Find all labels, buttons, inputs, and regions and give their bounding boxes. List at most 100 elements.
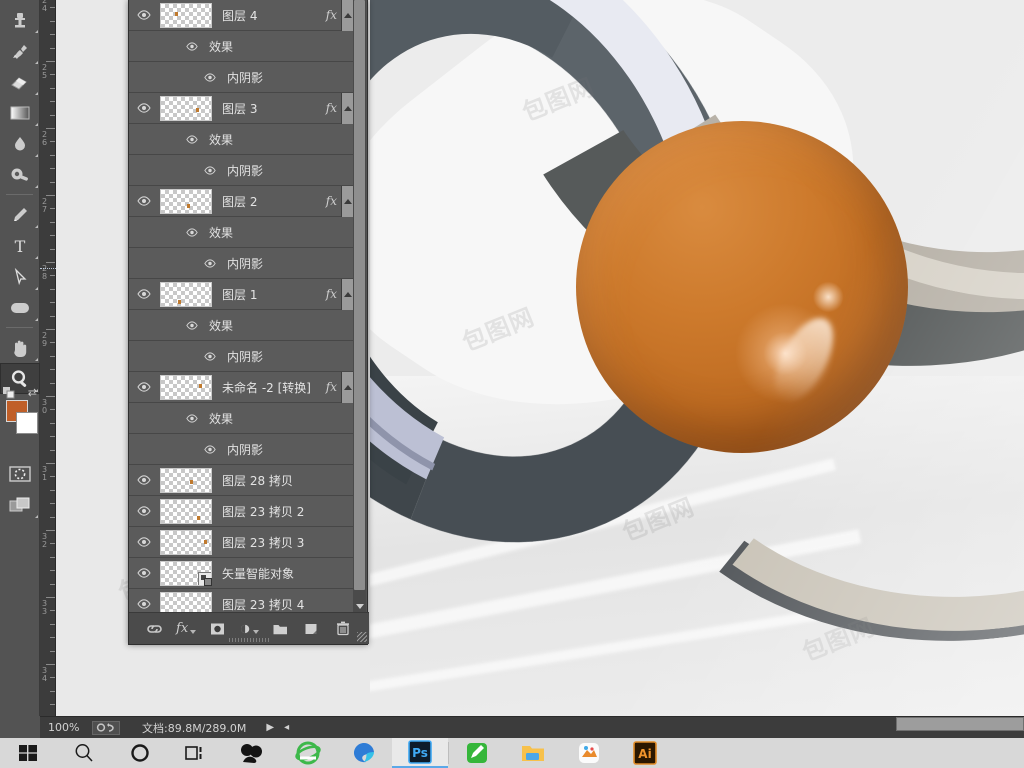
layer-row[interactable]: 图层 23 拷贝 3 [129,527,354,558]
layer-row[interactable]: 图层 2 fx [129,185,354,217]
background-color-swatch[interactable] [16,412,38,434]
path-selection-tool[interactable] [0,261,40,292]
layer-name[interactable]: 图层 2 [222,193,326,210]
layer-thumbnail[interactable] [160,2,212,28]
panel-corner-grip[interactable] [357,632,367,642]
layer-effect-row[interactable]: 内阴影 [129,341,354,372]
layer-row[interactable]: 未命名 -2 [转换] fx [129,371,354,403]
hand-tool[interactable] [0,332,40,363]
layer-thumbnail[interactable] [160,95,212,121]
effect-visibility-icon[interactable] [199,444,221,454]
file-explorer-icon[interactable] [505,738,561,768]
store-app-icon[interactable] [561,738,617,768]
layer-name[interactable]: 图层 28 拷贝 [222,472,354,489]
eraser-tool[interactable] [0,66,40,97]
canvas-horizontal-scrollbar[interactable] [896,717,1024,731]
layer-thumbnail[interactable] [160,591,212,613]
effect-visibility-icon[interactable] [199,165,221,175]
layer-visibility-icon[interactable] [129,475,159,485]
new-group-button[interactable] [270,619,290,639]
layer-visibility-icon[interactable] [129,599,159,609]
layer-fx-icon[interactable]: fx [326,194,337,208]
clone-stamp-tool[interactable] [0,4,40,35]
layer-visibility-icon[interactable] [129,568,159,578]
layer-fx-icon[interactable]: fx [326,287,337,301]
layer-visibility-icon[interactable] [129,10,159,20]
layer-effects-row[interactable]: 效果 [129,403,354,434]
layer-effects-row[interactable]: 效果 [129,310,354,341]
layer-style-button[interactable]: fx [176,619,197,639]
history-brush-tool[interactable] [0,35,40,66]
layer-effect-row[interactable]: 内阴影 [129,155,354,186]
scroll-down-icon[interactable] [354,601,365,612]
zoom-level[interactable]: 100% [48,721,92,734]
layer-effect-row[interactable]: 内阴影 [129,248,354,279]
layer-row[interactable]: 图层 1 fx [129,278,354,310]
layer-name[interactable]: 未命名 -2 [转换] [222,379,326,396]
layer-thumbnail[interactable] [160,374,212,400]
layer-visibility-icon[interactable] [129,196,159,206]
layer-thumbnail[interactable] [160,529,212,555]
layer-thumbnail[interactable] [160,281,212,307]
start-button[interactable] [0,738,56,768]
layers-list[interactable]: 图层 4 fx 效果 内阴影 图层 3 fx 效果 内阴影 图层 2 fx 效果 内阴影 图层 1 fx 效… [129,0,354,613]
layer-visibility-icon[interactable] [129,103,159,113]
layer-fx-icon[interactable]: fx [326,8,337,22]
layer-row[interactable]: 图层 4 fx [129,0,354,31]
effect-visibility-icon[interactable] [199,72,221,82]
layer-thumbnail[interactable] [160,188,212,214]
layer-name[interactable]: 图层 4 [222,7,326,24]
layer-effects-row[interactable]: 效果 [129,124,354,155]
delete-layer-button[interactable] [333,619,353,639]
pen-tool[interactable] [0,199,40,230]
layers-scrollbar-thumb[interactable] [354,0,365,590]
layer-name[interactable]: 图层 23 拷贝 2 [222,503,354,520]
effect-visibility-icon[interactable] [199,351,221,361]
layer-fx-icon[interactable]: fx [326,380,337,394]
layer-row[interactable]: 图层 23 拷贝 4 [129,589,354,613]
layer-thumbnail[interactable] [160,498,212,524]
notes-app-icon[interactable] [449,738,505,768]
layer-thumbnail[interactable] [160,560,212,586]
layer-name[interactable]: 图层 1 [222,286,326,303]
swap-colors-icon[interactable]: ⇄ [28,386,37,399]
effect-visibility-icon[interactable] [199,258,221,268]
layer-visibility-icon[interactable] [129,537,159,547]
layers-scrollbar[interactable] [353,0,366,613]
status-collapse-icon[interactable]: ◂ [284,722,289,733]
quick-mask-button[interactable] [0,458,40,489]
layer-visibility-icon[interactable] [129,289,159,299]
layer-name[interactable]: 图层 23 拷贝 4 [222,596,354,613]
shape-tool[interactable] [0,292,40,323]
internet-explorer-icon[interactable] [280,738,336,768]
search-icon[interactable] [56,738,112,768]
layer-visibility-icon[interactable] [129,382,159,392]
illustrator-icon[interactable]: Ai [617,738,673,768]
effect-visibility-icon[interactable] [181,413,203,423]
layer-effect-row[interactable]: 内阴影 [129,62,354,93]
color-swatches[interactable]: ⇄ [0,386,40,442]
task-view-icon[interactable] [168,738,224,768]
panel-resize-grip[interactable] [229,638,269,642]
gradient-tool[interactable] [0,97,40,128]
type-tool[interactable]: T [0,230,40,261]
effect-visibility-icon[interactable] [181,41,203,51]
layer-effects-row[interactable]: 效果 [129,31,354,62]
layer-row[interactable]: 矢量智能对象 [129,558,354,589]
photoshop-icon[interactable]: Ps [392,738,448,768]
new-layer-button[interactable] [302,619,322,639]
layer-name[interactable]: 矢量智能对象 [222,565,354,582]
layer-name[interactable]: 图层 3 [222,100,326,117]
layer-fx-icon[interactable]: fx [326,101,337,115]
layer-effect-row[interactable]: 内阴影 [129,434,354,465]
microsoft-edge-icon[interactable] [336,738,392,768]
blur-tool[interactable] [0,128,40,159]
layer-row[interactable]: 图层 23 拷贝 2 [129,496,354,527]
layer-name[interactable]: 图层 23 拷贝 3 [222,534,354,551]
adjustment-layer-button[interactable] [239,619,259,639]
status-gear-icon[interactable] [92,720,120,735]
layer-visibility-icon[interactable] [129,506,159,516]
layer-effects-row[interactable]: 效果 [129,217,354,248]
link-layers-button[interactable] [145,619,165,639]
effect-visibility-icon[interactable] [181,134,203,144]
